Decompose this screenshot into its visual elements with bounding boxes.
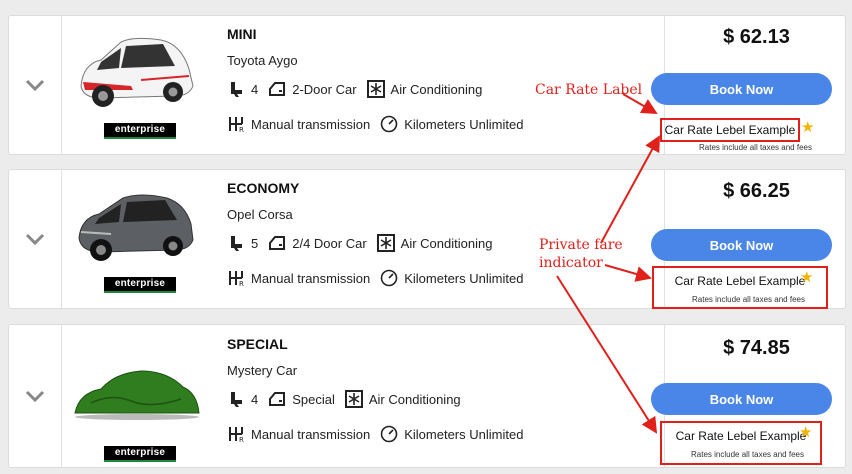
- arrow: [556, 275, 658, 434]
- annotation-arrows: [556, 93, 660, 434]
- arrow: [622, 93, 658, 114]
- arrow: [604, 264, 652, 282]
- arrow: [600, 135, 660, 244]
